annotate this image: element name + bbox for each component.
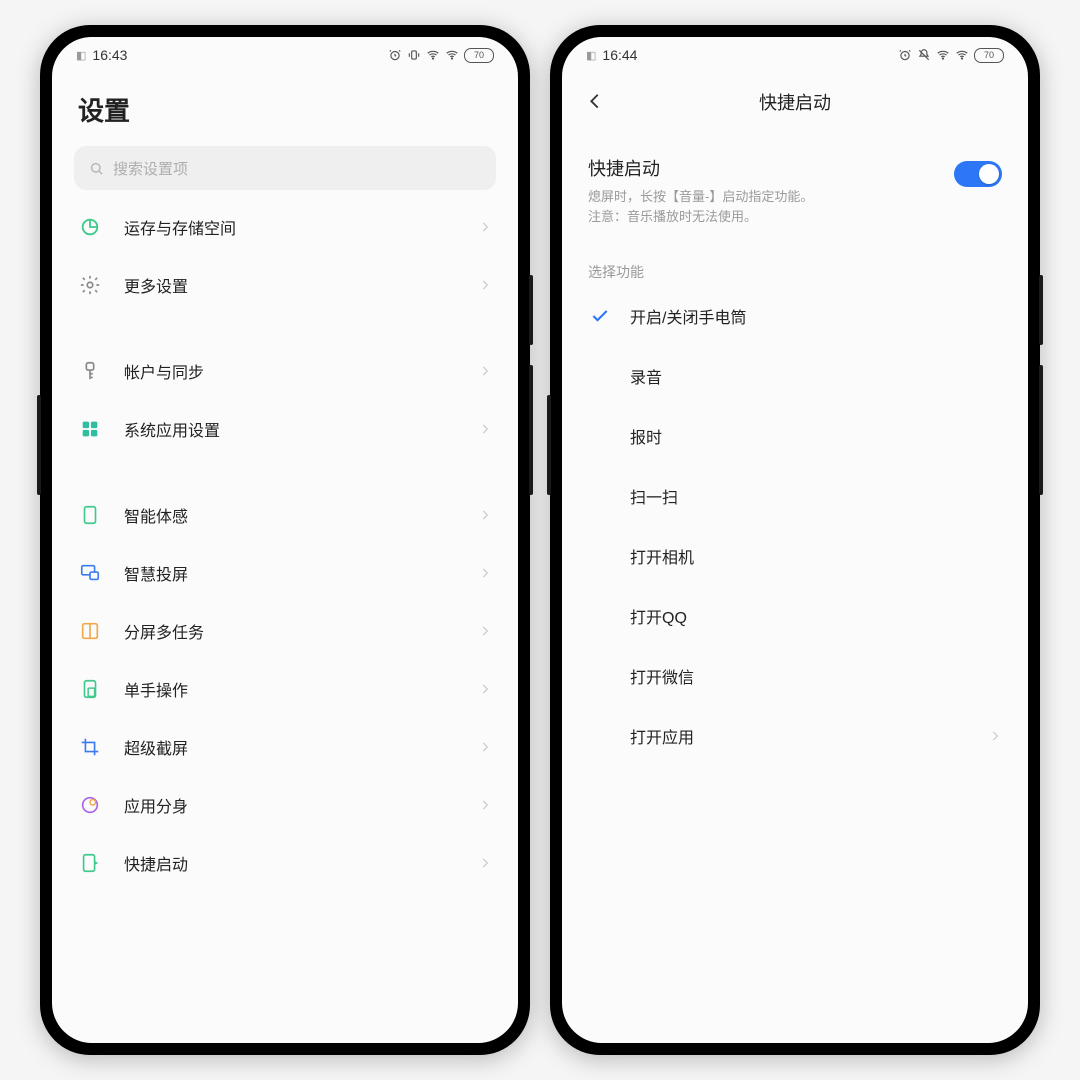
function-row-scan[interactable]: 扫一扫 bbox=[562, 466, 1028, 526]
pie-icon bbox=[78, 215, 102, 239]
battery-indicator: 70 bbox=[974, 48, 1004, 63]
phone-frame-right: ◧ 16:44 70 bbox=[550, 25, 1040, 1055]
chevron-right-icon bbox=[988, 729, 1002, 743]
chevron-right-icon bbox=[478, 508, 492, 522]
launch-icon bbox=[78, 851, 102, 875]
search-icon bbox=[88, 160, 105, 177]
settings-row-label: 单手操作 bbox=[124, 677, 478, 701]
chevron-right-icon bbox=[478, 740, 492, 754]
settings-row-label: 超级截屏 bbox=[124, 735, 478, 759]
vibrate-icon bbox=[407, 48, 421, 62]
device-icon bbox=[78, 503, 102, 527]
settings-row-label: 帐户与同步 bbox=[124, 359, 478, 383]
silent-icon bbox=[917, 48, 931, 62]
settings-row-storage[interactable]: 运存与存储空间 bbox=[52, 198, 518, 256]
function-label: 报时 bbox=[630, 424, 1002, 448]
chevron-right-icon bbox=[478, 566, 492, 580]
settings-row-onehand[interactable]: 单手操作 bbox=[52, 660, 518, 718]
settings-row-label: 应用分身 bbox=[124, 793, 478, 817]
function-section-label: 选择功能 bbox=[562, 232, 1028, 286]
cast-icon bbox=[78, 561, 102, 585]
function-label: 打开微信 bbox=[630, 664, 1002, 688]
settings-row-label: 分屏多任务 bbox=[124, 619, 478, 643]
alarm-icon bbox=[898, 48, 912, 62]
signal-icon bbox=[445, 48, 459, 62]
function-list: 开启/关闭手电筒录音报时扫一扫打开相机打开QQ 打开微信打开应用 bbox=[562, 286, 1028, 766]
function-row-wechat[interactable]: 打开微信 bbox=[562, 646, 1028, 706]
function-label: 打开相机 bbox=[630, 544, 1002, 568]
function-row-qq[interactable]: 打开QQ bbox=[562, 586, 1028, 646]
quick-launch-toggle-section: 快捷启动 熄屏时，长按【音量-】启动指定功能。 注意：音乐播放时无法使用。 bbox=[562, 125, 1028, 232]
wifi-icon bbox=[936, 48, 950, 62]
back-button[interactable] bbox=[584, 90, 606, 112]
function-row-camera[interactable]: 打开相机 bbox=[562, 526, 1028, 586]
function-row-flashlight[interactable]: 开启/关闭手电筒 bbox=[562, 286, 1028, 346]
function-label: 扫一扫 bbox=[630, 484, 1002, 508]
settings-row-label: 快捷启动 bbox=[124, 851, 478, 875]
settings-row-label: 智慧投屏 bbox=[124, 561, 478, 585]
settings-row-label: 更多设置 bbox=[124, 273, 478, 297]
settings-row-label: 系统应用设置 bbox=[124, 417, 478, 441]
sim-icon: ◧ bbox=[76, 49, 86, 62]
wifi-icon bbox=[426, 48, 440, 62]
sim-icon: ◧ bbox=[586, 49, 596, 62]
crop-icon bbox=[78, 735, 102, 759]
chevron-right-icon bbox=[478, 856, 492, 870]
settings-row-split[interactable]: 分屏多任务 bbox=[52, 602, 518, 660]
page-title: 设置 bbox=[52, 73, 518, 146]
settings-row-more[interactable]: 更多设置 bbox=[52, 256, 518, 314]
nav-bar: 快捷启动 bbox=[562, 73, 1028, 125]
chevron-right-icon bbox=[478, 220, 492, 234]
toggle-desc: 熄屏时，长按【音量-】启动指定功能。 注意：音乐播放时无法使用。 bbox=[588, 187, 938, 226]
function-row-record[interactable]: 录音 bbox=[562, 346, 1028, 406]
settings-row-label: 智能体感 bbox=[124, 503, 478, 527]
settings-row-appclone[interactable]: 应用分身 bbox=[52, 776, 518, 834]
check-icon bbox=[588, 306, 612, 326]
settings-row-cast[interactable]: 智慧投屏 bbox=[52, 544, 518, 602]
settings-row-label: 运存与存储空间 bbox=[124, 215, 478, 239]
function-label: 打开应用 bbox=[630, 724, 988, 748]
chevron-right-icon bbox=[478, 624, 492, 638]
search-input[interactable]: 搜索设置项 bbox=[74, 146, 496, 190]
search-placeholder: 搜索设置项 bbox=[113, 158, 188, 179]
settings-row-account[interactable]: 帐户与同步 bbox=[52, 342, 518, 400]
alarm-icon bbox=[388, 48, 402, 62]
settings-row-sysapps[interactable]: 系统应用设置 bbox=[52, 400, 518, 458]
battery-indicator: 70 bbox=[464, 48, 494, 63]
settings-row-motion[interactable]: 智能体感 bbox=[52, 486, 518, 544]
chevron-right-icon bbox=[478, 682, 492, 696]
settings-list: 运存与存储空间更多设置帐户与同步系统应用设置智能体感智慧投屏分屏多任务单手操作超… bbox=[52, 198, 518, 1043]
key-icon bbox=[78, 359, 102, 383]
onehand-icon bbox=[78, 677, 102, 701]
grid-icon bbox=[78, 417, 102, 441]
chevron-right-icon bbox=[478, 798, 492, 812]
status-time: 16:44 bbox=[602, 47, 637, 63]
toggle-title: 快捷启动 bbox=[588, 155, 938, 181]
split-icon bbox=[78, 619, 102, 643]
signal-icon bbox=[955, 48, 969, 62]
status-bar: ◧ 16:43 70 bbox=[52, 37, 518, 73]
chevron-right-icon bbox=[478, 422, 492, 436]
chevron-right-icon bbox=[478, 278, 492, 292]
chevron-right-icon bbox=[478, 364, 492, 378]
settings-row-quicklaunch[interactable]: 快捷启动 bbox=[52, 834, 518, 892]
phone-frame-left: ◧ 16:43 70 设置 搜索设置 bbox=[40, 25, 530, 1055]
status-bar: ◧ 16:44 70 bbox=[562, 37, 1028, 73]
function-row-openapp[interactable]: 打开应用 bbox=[562, 706, 1028, 766]
status-time: 16:43 bbox=[92, 47, 127, 63]
quick-launch-switch[interactable] bbox=[954, 161, 1002, 187]
circle-icon bbox=[78, 793, 102, 817]
gear-icon bbox=[78, 273, 102, 297]
function-label: 开启/关闭手电筒 bbox=[630, 304, 1002, 328]
screen-quick-launch: ◧ 16:44 70 bbox=[562, 37, 1028, 1043]
nav-title: 快捷启动 bbox=[759, 89, 831, 115]
function-label: 录音 bbox=[630, 364, 1002, 388]
function-row-time[interactable]: 报时 bbox=[562, 406, 1028, 466]
screen-settings: ◧ 16:43 70 设置 搜索设置 bbox=[52, 37, 518, 1043]
function-label: 打开QQ bbox=[630, 604, 1002, 628]
settings-row-screenshot[interactable]: 超级截屏 bbox=[52, 718, 518, 776]
